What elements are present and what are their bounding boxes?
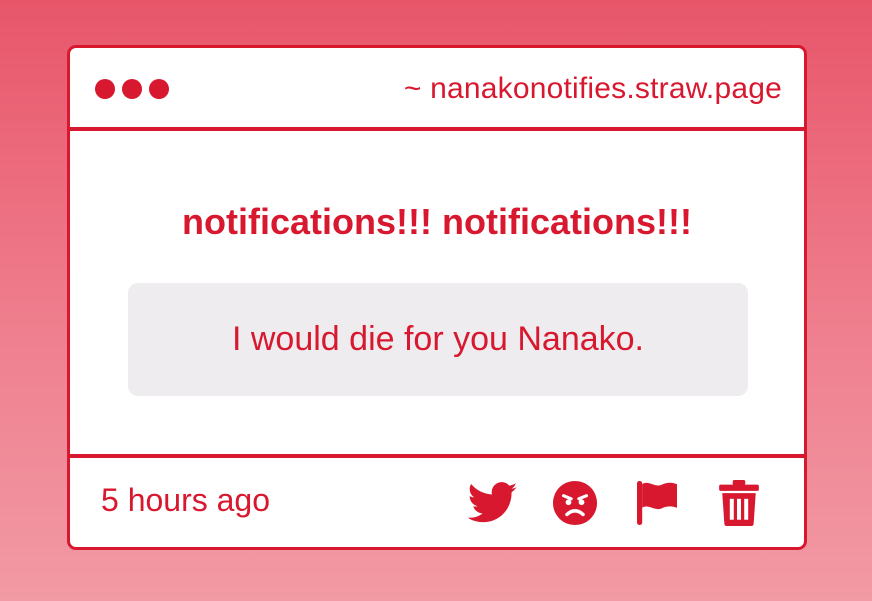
delete-button[interactable] — [714, 480, 764, 526]
window-controls — [95, 79, 169, 99]
trash-icon — [719, 480, 759, 526]
window-dot-2[interactable] — [122, 79, 142, 99]
page-url: ~ nanakonotifies.straw.page — [403, 72, 782, 105]
notification-card: ~ nanakonotifies.straw.page notification… — [67, 45, 807, 550]
message-box: I would die for you Nanako. — [128, 283, 748, 396]
window-dot-3[interactable] — [149, 79, 169, 99]
report-flag-button[interactable] — [632, 480, 682, 526]
action-bar — [468, 480, 764, 526]
share-twitter-button[interactable] — [468, 480, 518, 526]
notification-message: I would die for you Nanako. — [231, 320, 645, 358]
react-angry-button[interactable] — [550, 480, 600, 526]
window-titlebar: ~ nanakonotifies.straw.page — [70, 48, 804, 131]
notification-timestamp: 5 hours ago — [101, 482, 271, 518]
angry-face-icon — [552, 480, 598, 526]
flag-icon — [637, 481, 677, 525]
twitter-icon — [468, 482, 518, 523]
notification-content: notifications!!! notifications!!! I woul… — [70, 131, 804, 454]
notification-heading: notifications!!! notifications!!! — [182, 201, 692, 242]
notification-footer: 5 hours ago — [70, 454, 804, 547]
window-dot-1[interactable] — [95, 79, 115, 99]
